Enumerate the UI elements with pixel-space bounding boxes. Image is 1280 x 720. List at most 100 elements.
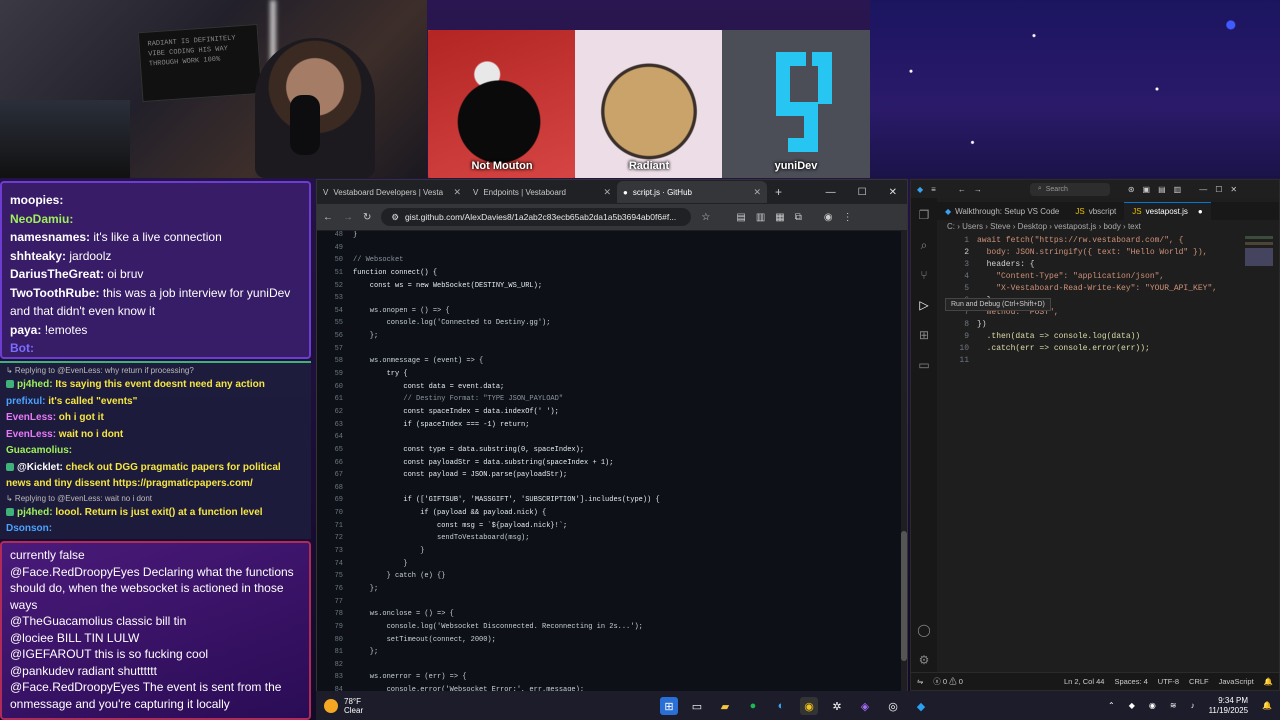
tab-endpoints[interactable]: V Endpoints | Vestaboard ✕ bbox=[467, 181, 617, 203]
chat-username[interactable]: @TheGuacamolius bbox=[10, 614, 113, 628]
code-text: }; bbox=[353, 332, 379, 341]
maximize-icon[interactable]: ☐ bbox=[1215, 185, 1222, 194]
chat-username[interactable]: @Face.RedDroopyEyes bbox=[10, 680, 140, 694]
chat-username[interactable]: pj4hed: bbox=[17, 507, 53, 518]
wifi-icon[interactable]: ≋ bbox=[1170, 701, 1177, 710]
chat-text: loool. Return is just exit() at a functi… bbox=[52, 506, 263, 518]
close-window-icon[interactable]: ✕ bbox=[889, 187, 897, 198]
profile-avatar[interactable]: ◉ bbox=[824, 212, 833, 223]
chat-username[interactable]: Guacamolius: bbox=[6, 445, 72, 456]
extensions-icon[interactable]: ⊞ bbox=[917, 328, 931, 342]
close-icon[interactable]: ✕ bbox=[453, 187, 461, 198]
close-window-icon[interactable]: ✕ bbox=[1230, 185, 1237, 194]
tray-app-icon[interactable]: ◆ bbox=[1129, 701, 1135, 710]
openai-icon[interactable]: ✲ bbox=[828, 697, 846, 715]
volume-icon[interactable]: ♪ bbox=[1191, 701, 1195, 710]
tab-vestaboard-developers[interactable]: V Vestaboard Developers | Vesta ✕ bbox=[317, 181, 467, 203]
chat-username[interactable]: @lociee bbox=[10, 631, 54, 645]
chat-username[interactable]: paya: bbox=[10, 323, 41, 337]
vscode-taskbar-icon[interactable]: ◆ bbox=[912, 697, 930, 715]
forward-icon[interactable]: → bbox=[343, 212, 353, 223]
chevron-up-icon[interactable]: ⌃ bbox=[1108, 701, 1115, 710]
clock[interactable]: 9:34 PM 11/19/2025 bbox=[1209, 696, 1248, 716]
layout-icon[interactable]: ▥ bbox=[1174, 185, 1182, 194]
chat-username[interactable]: moopies: bbox=[10, 193, 63, 207]
close-icon[interactable]: ✕ bbox=[603, 187, 611, 198]
remote-status-icon[interactable]: ⇋ bbox=[917, 677, 923, 686]
tab-vbscript[interactable]: JS vbscript bbox=[1067, 202, 1124, 220]
search-icon[interactable]: ⌕ bbox=[917, 238, 931, 252]
chat-username[interactable]: @IGEFAROUT bbox=[10, 647, 91, 661]
reload-icon[interactable]: ↻ bbox=[363, 212, 371, 223]
minimap[interactable] bbox=[1245, 236, 1273, 266]
site-info-icon[interactable]: ⚙ bbox=[391, 212, 399, 223]
source-control-icon[interactable]: ⑂ bbox=[917, 268, 931, 282]
bookmark-star-icon[interactable]: ☆ bbox=[701, 212, 710, 223]
close-icon[interactable]: ✕ bbox=[753, 187, 761, 198]
chat-username[interactable]: @Face.RedDroopyEyes bbox=[10, 565, 140, 579]
run-debug-icon[interactable]: ▷ bbox=[917, 298, 931, 312]
start-windows-icon[interactable]: ⊞ bbox=[660, 697, 678, 715]
file-explorer-icon[interactable]: ▰ bbox=[716, 697, 734, 715]
weather-widget[interactable]: 78°F Clear bbox=[324, 697, 363, 715]
layout-icon[interactable]: ▤ bbox=[1158, 185, 1166, 194]
notification-bell-icon[interactable]: 🔔 bbox=[1262, 701, 1272, 710]
extension-icon[interactable]: ▦ bbox=[775, 212, 784, 223]
menu-icon[interactable]: ⋮ bbox=[843, 212, 853, 223]
settings-gear-icon[interactable]: ⚙ bbox=[917, 653, 931, 667]
breadcrumb[interactable]: C: › Users › Steve › Desktop › vestapost… bbox=[947, 222, 1141, 231]
chat-username[interactable]: prefixul: bbox=[6, 396, 45, 407]
edge-icon[interactable]: ◐ bbox=[772, 697, 790, 715]
encoding[interactable]: UTF-8 bbox=[1158, 677, 1179, 686]
chat-username[interactable]: @Kicklet: bbox=[17, 462, 63, 473]
chat-username[interactable]: Bot: bbox=[10, 341, 34, 355]
task-view-icon[interactable]: ▭ bbox=[688, 697, 706, 715]
extensions-puzzle-icon[interactable]: ⧉ bbox=[795, 212, 802, 223]
chat-username[interactable]: NeoDamiu: bbox=[10, 212, 73, 226]
problems-status[interactable]: ⓧ 0 ⚠ 0 bbox=[933, 676, 963, 687]
indent-setting[interactable]: Spaces: 4 bbox=[1114, 677, 1147, 686]
chat-username[interactable]: @pankudev bbox=[10, 664, 74, 678]
chat-username[interactable]: TwoToothRube: bbox=[10, 286, 100, 300]
url-field[interactable]: ⚙ gist.github.com/AlexDavies8/1a2ab2c83e… bbox=[381, 208, 692, 226]
chat-username[interactable]: pj4hed: bbox=[17, 379, 53, 390]
forward-icon[interactable]: → bbox=[974, 185, 982, 194]
chat-username[interactable]: DariusTheGreat: bbox=[10, 267, 104, 281]
layout-icon[interactable]: ▣ bbox=[1143, 185, 1151, 194]
copilot-icon[interactable]: ⊛ bbox=[1128, 185, 1135, 194]
scrollbar[interactable] bbox=[901, 231, 907, 691]
unsaved-dot-icon[interactable]: ● bbox=[1198, 207, 1203, 216]
line-ending[interactable]: CRLF bbox=[1189, 677, 1209, 686]
chat-username[interactable]: Dsonson: bbox=[6, 523, 52, 534]
menu-icon[interactable]: ≡ bbox=[931, 185, 936, 194]
scrollbar-thumb[interactable] bbox=[901, 531, 907, 661]
new-tab-button[interactable]: + bbox=[775, 185, 782, 199]
chrome-icon[interactable]: ◉ bbox=[800, 697, 818, 715]
language-mode[interactable]: JavaScript bbox=[1219, 677, 1254, 686]
maximize-icon[interactable]: ☐ bbox=[858, 187, 867, 198]
chat-username[interactable]: namesnames: bbox=[10, 230, 90, 244]
obs-icon[interactable]: ◈ bbox=[856, 697, 874, 715]
remote-icon[interactable]: ▭ bbox=[917, 358, 931, 372]
extension-icon[interactable]: ▥ bbox=[756, 212, 765, 223]
minimize-icon[interactable]: — bbox=[1199, 185, 1207, 194]
tab-vestapost-js[interactable]: JS vestapost.js ● bbox=[1124, 202, 1211, 220]
chat-username[interactable]: EvenLess: bbox=[6, 429, 56, 440]
account-icon[interactable]: ◯ bbox=[917, 623, 931, 637]
chat-username[interactable]: EvenLess: bbox=[6, 412, 56, 423]
spotify-icon[interactable]: ● bbox=[744, 697, 762, 715]
steam-icon[interactable]: ◎ bbox=[884, 697, 902, 715]
back-icon[interactable]: ← bbox=[323, 212, 333, 223]
cursor-position[interactable]: Ln 2, Col 44 bbox=[1064, 677, 1104, 686]
minimize-icon[interactable]: — bbox=[826, 187, 836, 198]
browser-tab-bar: V Vestaboard Developers | Vesta ✕ V Endp… bbox=[317, 180, 907, 204]
command-search[interactable]: ⌕ Search bbox=[1029, 182, 1110, 196]
tab-script-js[interactable]: ● script.js · GitHub ✕ bbox=[617, 181, 767, 203]
tab-walkthrough[interactable]: ◆ Walkthrough: Setup VS Code bbox=[937, 202, 1067, 220]
notifications-icon[interactable]: 🔔 bbox=[1264, 677, 1273, 686]
explorer-icon[interactable]: ❐ bbox=[917, 208, 931, 222]
extension-icon[interactable]: ▤ bbox=[736, 212, 745, 223]
chat-username[interactable]: shhteaky: bbox=[10, 249, 66, 263]
tray-app-icon[interactable]: ◉ bbox=[1149, 701, 1156, 710]
back-icon[interactable]: ← bbox=[958, 185, 966, 194]
